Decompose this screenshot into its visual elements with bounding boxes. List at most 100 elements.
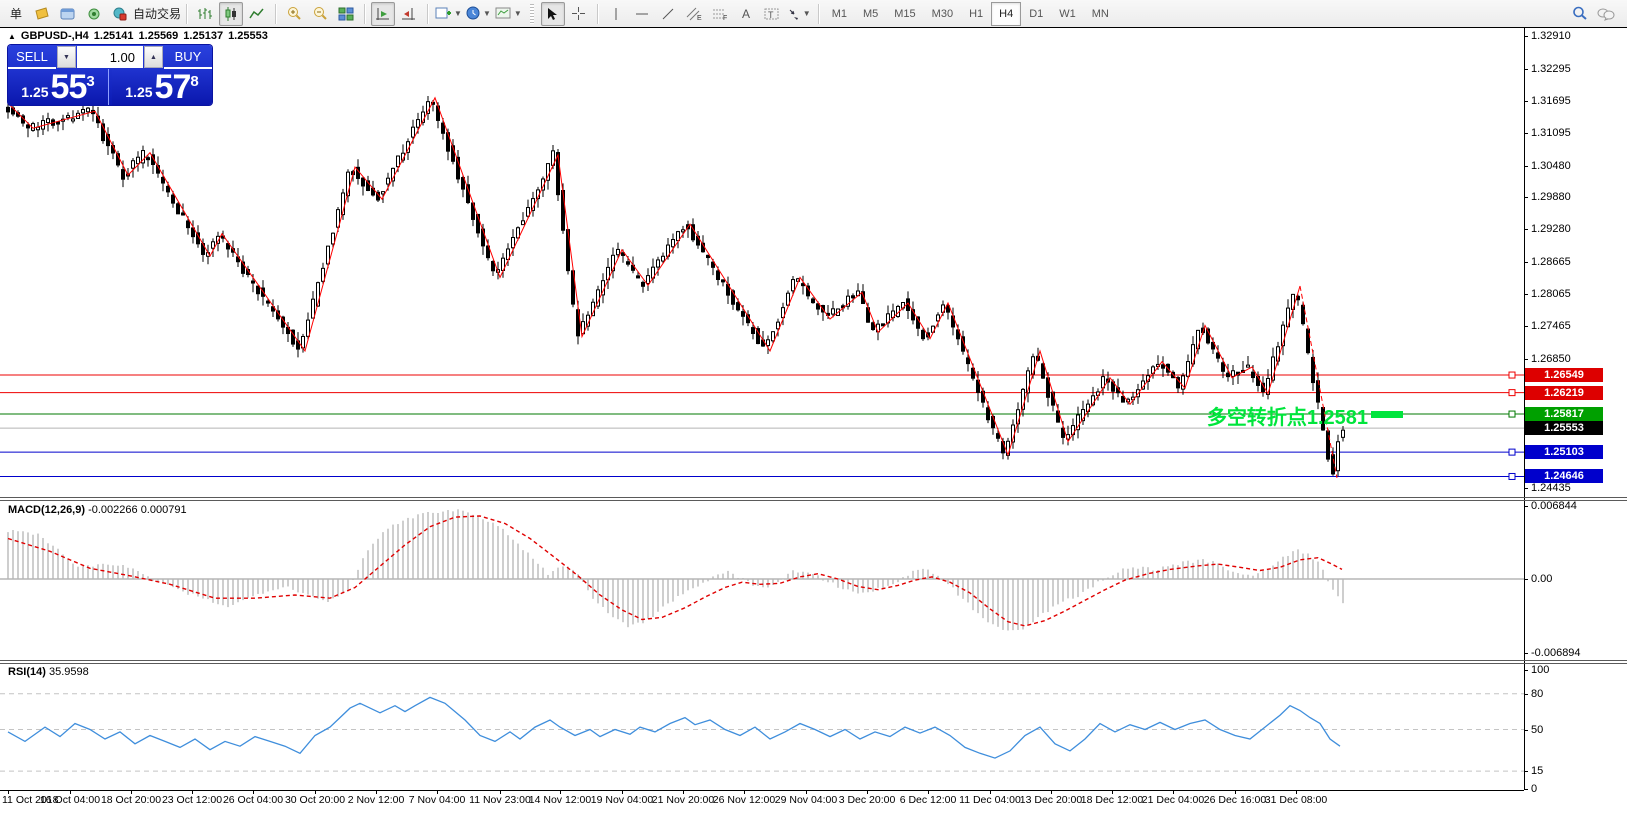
chart-window[interactable]: ▲ GBPUSD-,H4 1.25141 1.25569 1.25137 1.2… <box>0 28 1627 815</box>
new-order-button[interactable]: 单 <box>4 2 28 26</box>
rsi-axis-label: 15 <box>1531 765 1543 777</box>
rsi-axis-label: 80 <box>1531 688 1543 700</box>
pivot-annotation-bar[interactable] <box>1371 411 1403 418</box>
date-label: 21 Nov 20:00 <box>652 794 714 806</box>
period-dropdown[interactable]: ▼ <box>465 2 492 26</box>
date-label: 26 Nov 12:00 <box>713 794 775 806</box>
search-icon[interactable] <box>1568 2 1592 26</box>
symbol-period: GBPUSD-,H4 <box>21 30 89 42</box>
date-label: 19 Nov 04:00 <box>591 794 653 806</box>
horizontal-line-tool-icon[interactable] <box>630 2 654 26</box>
price-axis-label: 1.26850 <box>1531 353 1571 365</box>
trendline-tool-icon[interactable] <box>656 2 680 26</box>
macd-axis-label: 0.006844 <box>1531 500 1577 512</box>
level-handle[interactable] <box>1509 411 1515 417</box>
arrows-tool-dropdown[interactable]: ▼ <box>786 2 812 26</box>
macd-signal-line <box>8 516 1342 626</box>
price-axis-label: 1.32910 <box>1531 30 1571 42</box>
date-label: 3 Dec 20:00 <box>839 794 896 806</box>
vertical-line-tool-icon[interactable] <box>604 2 628 26</box>
line-chart-mode-icon[interactable] <box>245 2 269 26</box>
price-axis-label: 1.28665 <box>1531 256 1571 268</box>
buy-price[interactable]: 1.25 57 8 <box>112 69 212 105</box>
timeframe-m30[interactable]: M30 <box>924 2 961 26</box>
sell-button[interactable]: SELL <box>8 45 56 69</box>
volume-decrease-button[interactable]: ▼ <box>57 46 76 68</box>
equidistant-channel-tool-icon[interactable]: E <box>682 2 706 26</box>
tile-windows-icon[interactable] <box>334 2 358 26</box>
date-label: 2 Nov 12:00 <box>348 794 405 806</box>
volume-input[interactable]: 1.00 <box>77 46 143 68</box>
level-price-label: 1.25817 <box>1525 407 1603 421</box>
new-chart-dropdown[interactable]: ▼ <box>434 2 463 26</box>
timeframe-m5[interactable]: M5 <box>855 2 886 26</box>
date-label: 29 Nov 04:00 <box>775 794 837 806</box>
timeframe-mn[interactable]: MN <box>1084 2 1117 26</box>
macd-axis-label: 0.00 <box>1531 573 1552 585</box>
fibonacci-tool-icon[interactable]: F <box>708 2 732 26</box>
text-tool-icon[interactable]: A <box>734 2 758 26</box>
text-label-tool-icon[interactable]: T <box>760 2 784 26</box>
timeframe-m15[interactable]: M15 <box>886 2 923 26</box>
zoom-out-icon[interactable] <box>308 2 332 26</box>
buy-button[interactable]: BUY <box>164 45 212 69</box>
crosshair-tool-icon[interactable] <box>567 2 591 26</box>
svg-text:A: A <box>742 7 750 20</box>
price-axis-label: 1.31695 <box>1531 95 1571 107</box>
collapse-triangle-icon[interactable]: ▲ <box>8 32 16 41</box>
sell-price[interactable]: 1.25 55 3 <box>8 69 109 105</box>
date-label: 23 Oct 12:00 <box>162 794 222 806</box>
notepad-icon[interactable] <box>30 2 54 26</box>
level-price-label: 1.24646 <box>1525 469 1603 483</box>
auto-scroll-icon[interactable] <box>371 2 395 26</box>
zoom-in-icon[interactable] <box>282 2 306 26</box>
timeframe-h1[interactable]: H1 <box>961 2 991 26</box>
chat-icon[interactable] <box>1594 2 1618 26</box>
ohlc-low: 1.25137 <box>183 30 223 42</box>
volume-increase-button[interactable]: ▲ <box>144 46 163 68</box>
timeframe-w1[interactable]: W1 <box>1051 2 1084 26</box>
date-label: 26 Oct 04:00 <box>223 794 283 806</box>
date-label: 21 Dec 04:00 <box>1142 794 1204 806</box>
cursor-tool-icon[interactable] <box>541 2 565 26</box>
ohlc-open: 1.25141 <box>94 30 134 42</box>
svg-text:T: T <box>768 10 774 20</box>
terminal-icon[interactable] <box>56 2 80 26</box>
mt4-application: 单 自动交易 ▼ ▼ ▼ <box>0 0 1627 815</box>
date-label: 18 Dec 12:00 <box>1081 794 1143 806</box>
macd-axis-label: -0.006894 <box>1531 647 1581 659</box>
rsi-label: RSI(14) 35.9598 <box>8 666 89 678</box>
date-label: 13 Dec 20:00 <box>1020 794 1082 806</box>
level-price-label: 1.25553 <box>1525 421 1603 435</box>
price-axis-label: 1.32295 <box>1531 63 1571 75</box>
date-label: 30 Oct 20:00 <box>285 794 345 806</box>
chart-plot[interactable] <box>0 28 1627 815</box>
level-handle[interactable] <box>1509 372 1515 378</box>
template-dropdown[interactable]: ▼ <box>494 2 523 26</box>
price-axis-label: 1.29880 <box>1531 191 1571 203</box>
svg-text:E: E <box>697 15 702 21</box>
autotrading-icon[interactable] <box>108 2 132 26</box>
timeframe-m1[interactable]: M1 <box>824 2 855 26</box>
candlestick-mode-icon[interactable] <box>219 2 243 26</box>
macd-label: MACD(12,26,9) -0.002266 0.000791 <box>8 504 187 516</box>
rsi-axis-label: 100 <box>1531 664 1549 676</box>
main-toolbar: 单 自动交易 ▼ ▼ ▼ <box>0 0 1627 28</box>
date-label: 16 Oct 04:00 <box>40 794 100 806</box>
timeframe-h4[interactable]: H4 <box>991 2 1021 26</box>
autotrading-label[interactable]: 自动交易 <box>133 5 181 22</box>
signal-icon[interactable] <box>82 2 106 26</box>
zigzag-line[interactable] <box>8 98 1300 455</box>
chart-shift-icon[interactable] <box>397 2 421 26</box>
bar-chart-mode-icon[interactable] <box>193 2 217 26</box>
one-click-trading-panel: SELL ▼ 1.00 ▲ BUY 1.25 55 3 1.25 57 8 <box>8 45 212 105</box>
macd-separator[interactable] <box>0 497 1627 498</box>
level-handle[interactable] <box>1509 449 1515 455</box>
rsi-separator[interactable] <box>0 660 1627 661</box>
ohlc-close: 1.25553 <box>228 30 268 42</box>
timeframe-group: M1M5M15M30H1H4D1W1MN <box>821 1 1120 27</box>
timeframe-d1[interactable]: D1 <box>1021 2 1051 26</box>
level-handle[interactable] <box>1509 390 1515 396</box>
date-label: 31 Dec 08:00 <box>1265 794 1327 806</box>
level-handle[interactable] <box>1509 473 1515 479</box>
